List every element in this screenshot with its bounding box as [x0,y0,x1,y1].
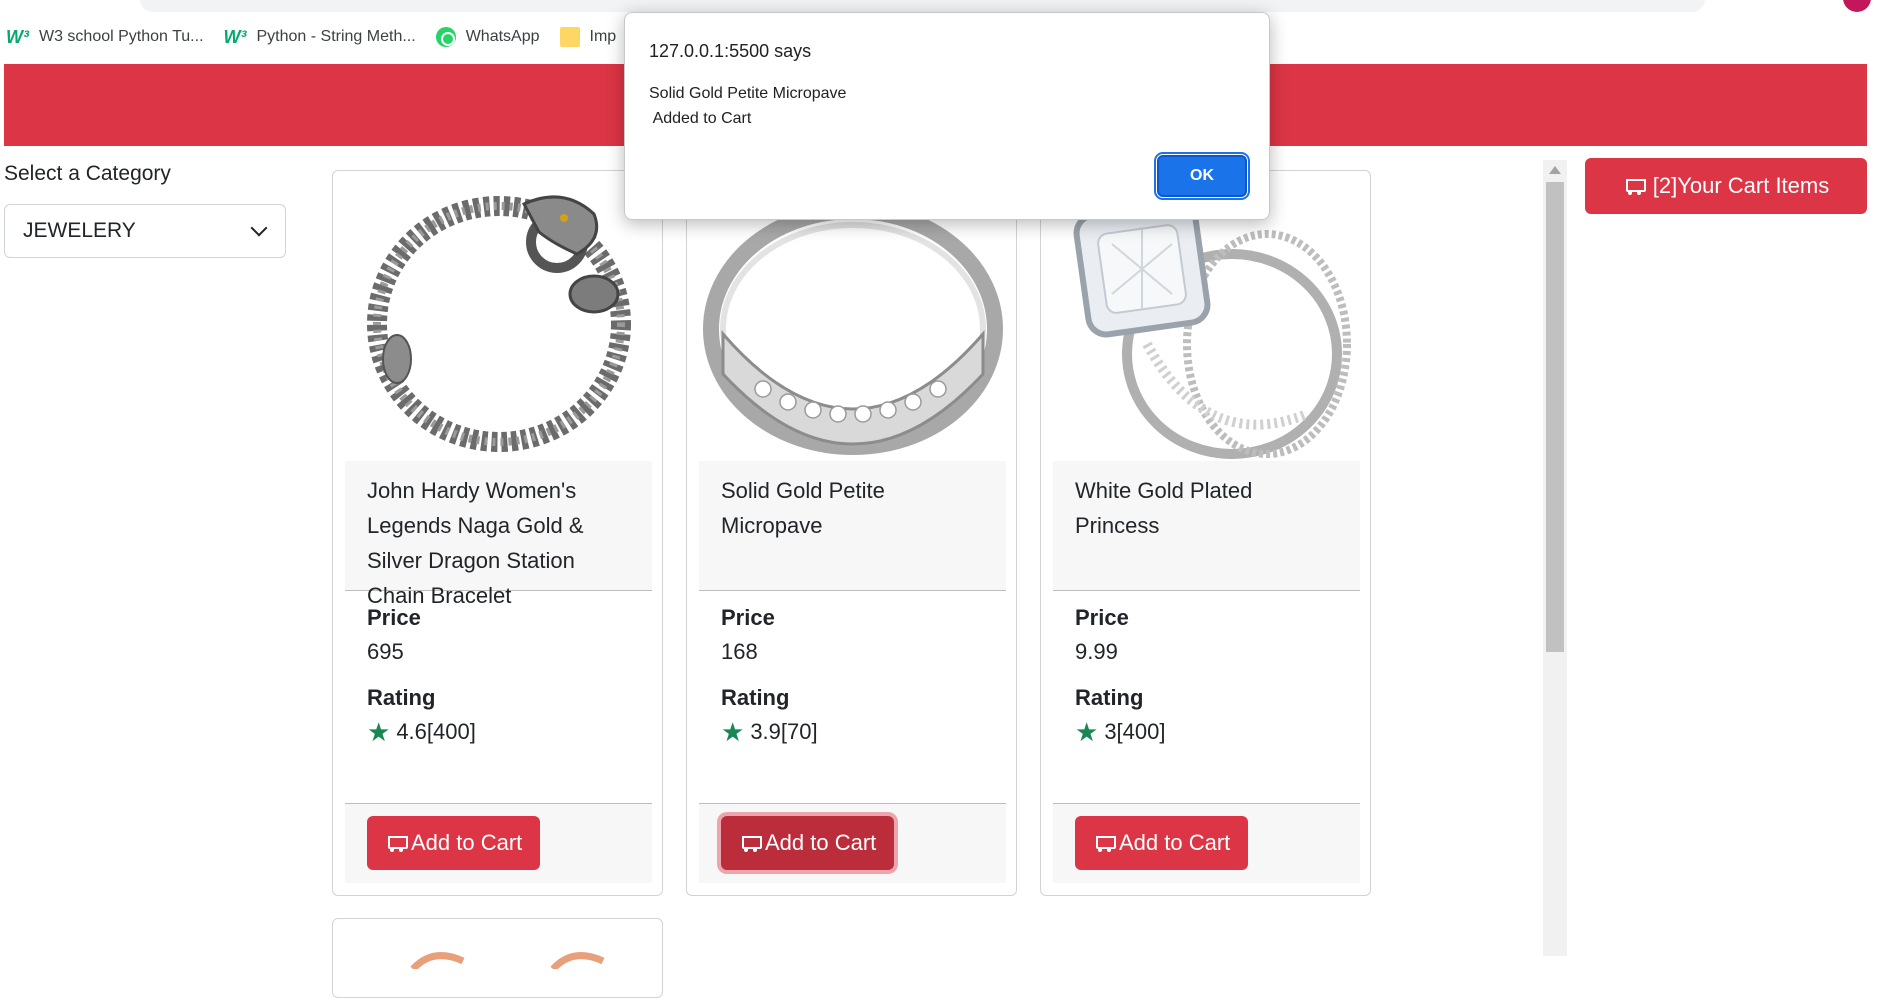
rating-value: 3[400] [1104,719,1166,744]
price-value: 168 [721,639,758,664]
product-details: Price 9.99 Rating ★ 3[400] [1053,601,1360,749]
product-image-ring [699,181,1006,461]
scrollbar-thumb[interactable] [1546,182,1564,652]
folder-icon [559,27,580,47]
product-details: Price 168 Rating ★ 3.9[70] [699,601,1006,749]
address-bar[interactable] [140,0,1705,12]
product-card: Solid Gold Petite Micropave Price 168 Ra… [686,170,1017,896]
card-footer: Add to Cart [699,803,1006,883]
card-footer: Add to Cart [345,803,652,883]
card-footer: Add to Cart [1053,803,1360,883]
bookmark-label: WhatsApp [465,28,540,45]
bookmark-label: Python - String Meth... [256,28,416,45]
product-title: John Hardy Women's Legends Naga Gold & S… [345,461,652,608]
bookmark-w3-python[interactable]: W³ W3 school Python Tu... [6,27,204,48]
w3-icon: W³ [223,26,247,47]
bookmark-label: Imp [589,28,617,45]
alert-ok-button[interactable]: OK [1154,152,1250,200]
price-label: Price [367,605,421,630]
product-image-princess-ring [1053,181,1360,461]
rating-row: ★ 3[400] [1075,715,1338,749]
cart-icon [739,834,762,852]
add-to-cart-button[interactable]: Add to Cart [367,816,541,870]
cart-items-button[interactable]: [2]Your Cart Items [1585,158,1867,214]
product-details: Price 695 Rating ★ 4.6[400] [345,601,652,749]
alert-origin: 127.0.0.1:5500 says [649,41,812,61]
profile-avatar[interactable] [1843,0,1871,12]
product-card: White Gold Plated Princess Price 9.99 Ra… [1040,170,1371,896]
bookmarks-bar: W³ W3 school Python Tu... W³ Python - St… [0,24,616,50]
cart-items-label: [2]Your Cart Items [1652,173,1830,198]
bookmark-label: W3 school Python Tu... [38,28,204,45]
add-to-cart-label: Add to Cart [411,830,523,855]
add-to-cart-label: Add to Cart [765,830,877,855]
category-select-value: JEWELERY [23,219,136,242]
star-icon: ★ [1075,717,1099,747]
cart-icon [1093,834,1116,852]
rating-label: Rating [721,685,790,710]
add-to-cart-button[interactable]: Add to Cart [1075,816,1249,870]
product-image-bracelet [345,181,652,461]
add-to-cart-label: Add to Cart [1119,830,1231,855]
product-card: John Hardy Women's Legends Naga Gold & S… [332,170,663,896]
product-image-earrings [373,939,623,972]
alert-message: Solid Gold Petite Micropave Added to Car… [649,85,847,127]
product-card [332,918,663,998]
add-to-cart-button[interactable]: Add to Cart [721,816,895,870]
product-title: Solid Gold Petite Micropave [699,461,1006,591]
star-icon: ★ [721,717,745,747]
rating-value: 3.9[70] [750,719,818,744]
product-title: White Gold Plated Princess [1053,461,1360,591]
whatsapp-icon [435,27,456,47]
star-icon: ★ [367,717,391,747]
w3-icon: W³ [6,26,29,47]
rating-label: Rating [1075,685,1144,710]
rating-label: Rating [367,685,436,710]
price-label: Price [721,605,775,630]
price-value: 695 [367,639,404,664]
alert-dialog: 127.0.0.1:5500 says Solid Gold Petite Mi… [624,12,1270,220]
browser-toolbar [0,0,1883,12]
chevron-down-icon [250,219,268,237]
scroll-up-arrow-icon[interactable] [1549,166,1561,174]
bookmark-whatsapp[interactable]: WhatsApp [435,27,540,47]
price-value: 9.99 [1075,639,1118,664]
category-select[interactable]: JEWELERY [4,204,286,258]
rating-value: 4.6[400] [396,719,476,744]
rating-row: ★ 3.9[70] [721,715,984,749]
cart-icon [385,834,408,852]
category-label: Select a Category [4,162,171,185]
price-label: Price [1075,605,1129,630]
rating-row: ★ 4.6[400] [367,715,630,749]
bookmark-python-string[interactable]: W³ Python - String Meth... [224,27,416,48]
cart-icon [1623,177,1646,195]
bookmark-folder-imp[interactable]: Imp [559,27,617,47]
